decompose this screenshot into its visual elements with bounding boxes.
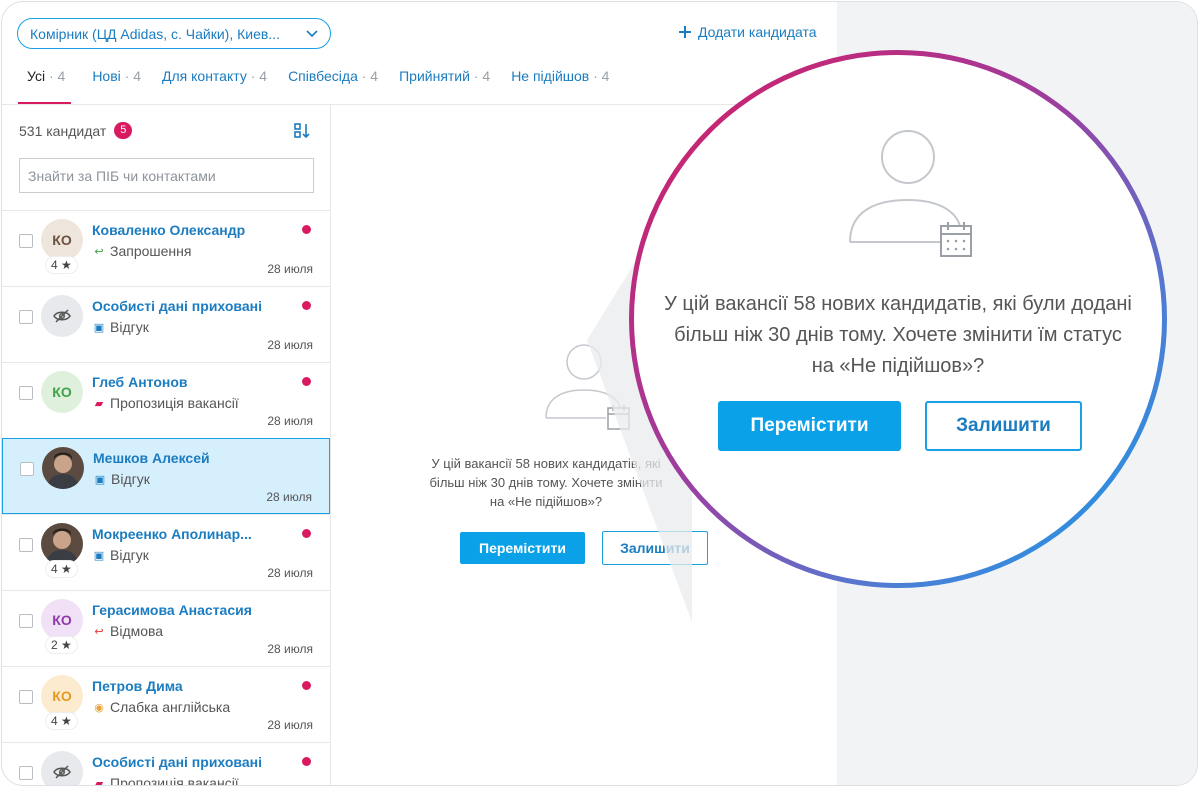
prompt-message: У цій вакансії 58 нових кандидатів, які … — [639, 289, 1157, 382]
zoom-magnifier: У цій вакансії 58 нових кандидатів, які … — [629, 50, 1167, 588]
message-line: більш ніж 30 днів тому. Хочете змінити ї… — [674, 324, 1122, 346]
message-line: на «Не підійшов»? — [811, 355, 985, 377]
message-line: У цій вакансії 58 нових кандидатів, які … — [664, 293, 1132, 315]
user-calendar-icon — [849, 130, 972, 257]
zoomed-empty-state: У цій вакансії 58 нових кандидатів, які … — [634, 55, 1162, 583]
keep-button-zoomed[interactable]: Залишити — [925, 401, 1082, 451]
move-button-zoomed[interactable]: Перемістити — [718, 401, 901, 451]
app-window: Комірник (ЦД Adidas, с. Чайки), Киев... … — [1, 1, 1198, 786]
